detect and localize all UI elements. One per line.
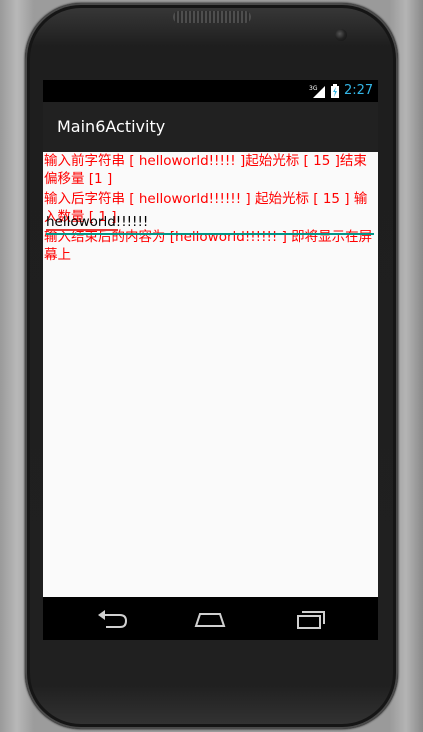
status-clock: 2:27 xyxy=(344,83,374,98)
app-title: Main6Activity xyxy=(57,117,166,136)
spellcheck-underline xyxy=(46,229,118,231)
battery-icon xyxy=(331,84,339,98)
home-icon[interactable] xyxy=(190,606,230,632)
status-bar: 3G 2:27 xyxy=(43,80,378,102)
speaker-grille xyxy=(173,11,251,23)
action-bar: Main6Activity xyxy=(43,102,378,152)
network-type-label: 3G xyxy=(309,85,318,92)
device-screen: 3G 2:27 Main6Activity 输入前字符串 [ helloworl… xyxy=(43,80,378,640)
edit-text-container xyxy=(46,213,374,235)
input-underline xyxy=(46,233,374,235)
signal-icon: 3G xyxy=(309,85,325,98)
front-camera xyxy=(335,29,347,41)
back-icon[interactable] xyxy=(92,606,132,632)
navigation-bar xyxy=(43,597,378,640)
log-line-before-input: 输入前字符串 [ helloworld!!!!! ]起始光标 [ 15 ]结束偏… xyxy=(44,153,367,187)
content-area: 输入前字符串 [ helloworld!!!!! ]起始光标 [ 15 ]结束偏… xyxy=(43,152,378,266)
recent-apps-icon[interactable] xyxy=(288,606,328,632)
